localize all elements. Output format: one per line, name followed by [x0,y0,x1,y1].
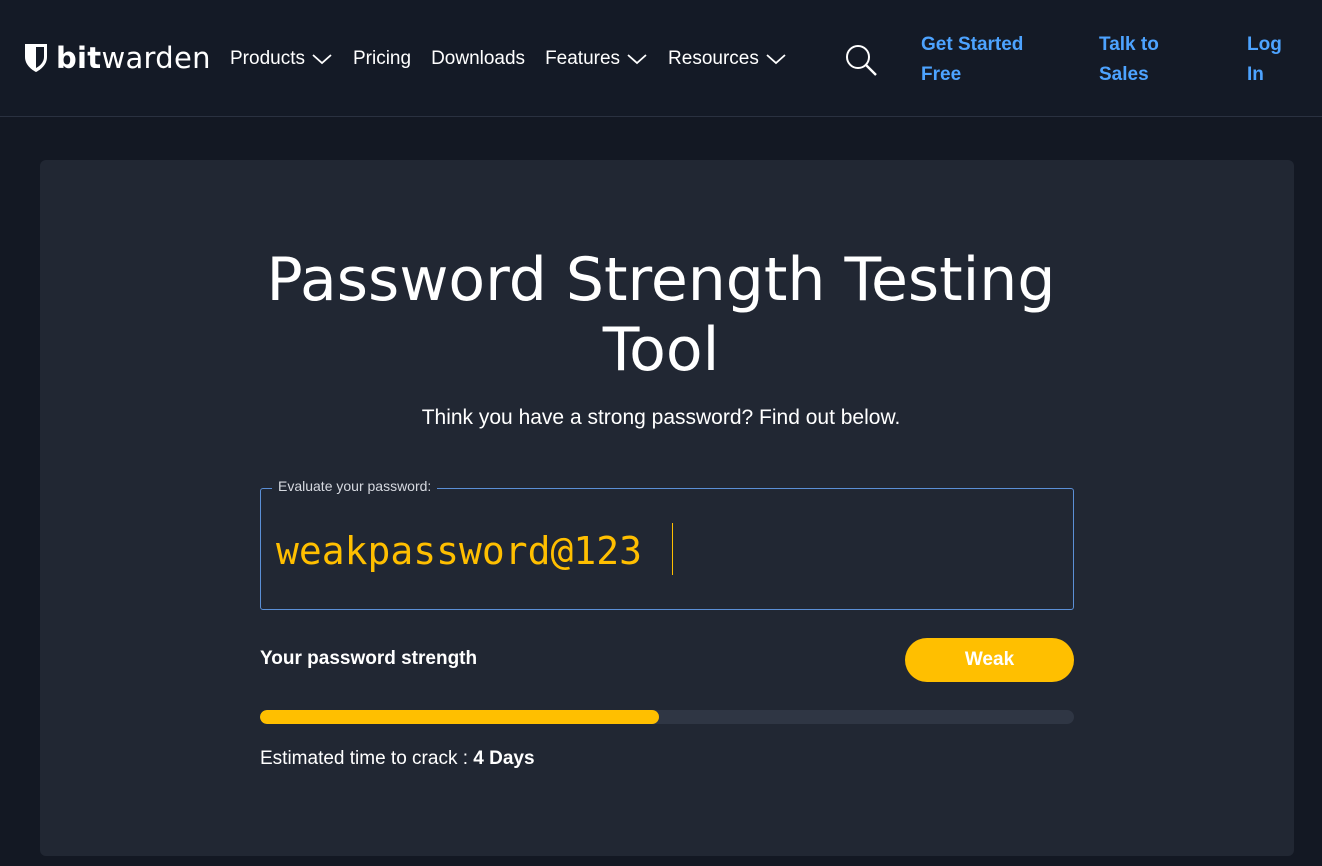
strength-progress-fill [260,710,659,724]
nav-pricing[interactable]: Pricing [353,44,411,74]
search-button[interactable] [843,42,879,78]
nav-resources-label: Resources [668,48,759,69]
password-field-label: Evaluate your password: [272,478,438,494]
strength-progress-bar [260,710,1074,724]
nav-downloads[interactable]: Downloads [431,44,525,74]
strength-badge: Weak [905,638,1074,682]
get-started-line2: Free [921,64,962,85]
page-title: Password Strength Testing Tool [0,245,1322,385]
bitwarden-shield-icon [25,44,47,72]
nav-resources[interactable]: Resources [668,44,787,74]
crack-time: Estimated time to crack : 4 Days [260,748,535,770]
get-started-line1: Get Started [921,34,1024,55]
get-started-free-link[interactable]: Get Started Free [921,30,1041,90]
search-icon [846,45,877,76]
nav-products-label: Products [230,48,305,69]
talk-line2: Sales [1099,64,1149,85]
brand-wordmark: bitwarden [56,40,211,75]
nav-products[interactable]: Products [230,44,333,74]
nav-features-label: Features [545,48,621,69]
log-in-link[interactable]: Log In [1247,30,1297,90]
login-line2: In [1247,64,1264,85]
chevron-down-icon [766,54,786,65]
crack-time-prefix: Estimated time to crack : [260,748,474,769]
nav-downloads-label: Downloads [431,48,526,69]
bitwarden-logo[interactable]: bitwarden [24,40,211,76]
page-title-line2: Tool [602,315,720,385]
talk-line1: Talk to [1099,34,1159,55]
site-header: bitwarden Products Pricing Downloads Fea… [0,0,1322,117]
nav-pricing-label: Pricing [352,48,412,69]
chevron-down-icon [312,54,332,65]
login-line1: Log [1247,34,1282,55]
page-title-line1: Password Strength Testing [266,245,1056,315]
strength-label: Your password strength [260,648,478,669]
text-caret [672,523,673,575]
page-subtitle: Think you have a strong password? Find o… [421,406,901,429]
brand-rest: warden [101,40,211,75]
brand-bold: bit [56,40,102,75]
talk-to-sales-link[interactable]: Talk to Sales [1099,30,1189,90]
nav-features[interactable]: Features [545,44,648,74]
crack-time-value: 4 Days [473,748,535,769]
main-nav: Products Pricing Downloads Features Reso… [230,44,807,74]
password-input[interactable] [276,526,1056,576]
chevron-down-icon [627,54,647,65]
